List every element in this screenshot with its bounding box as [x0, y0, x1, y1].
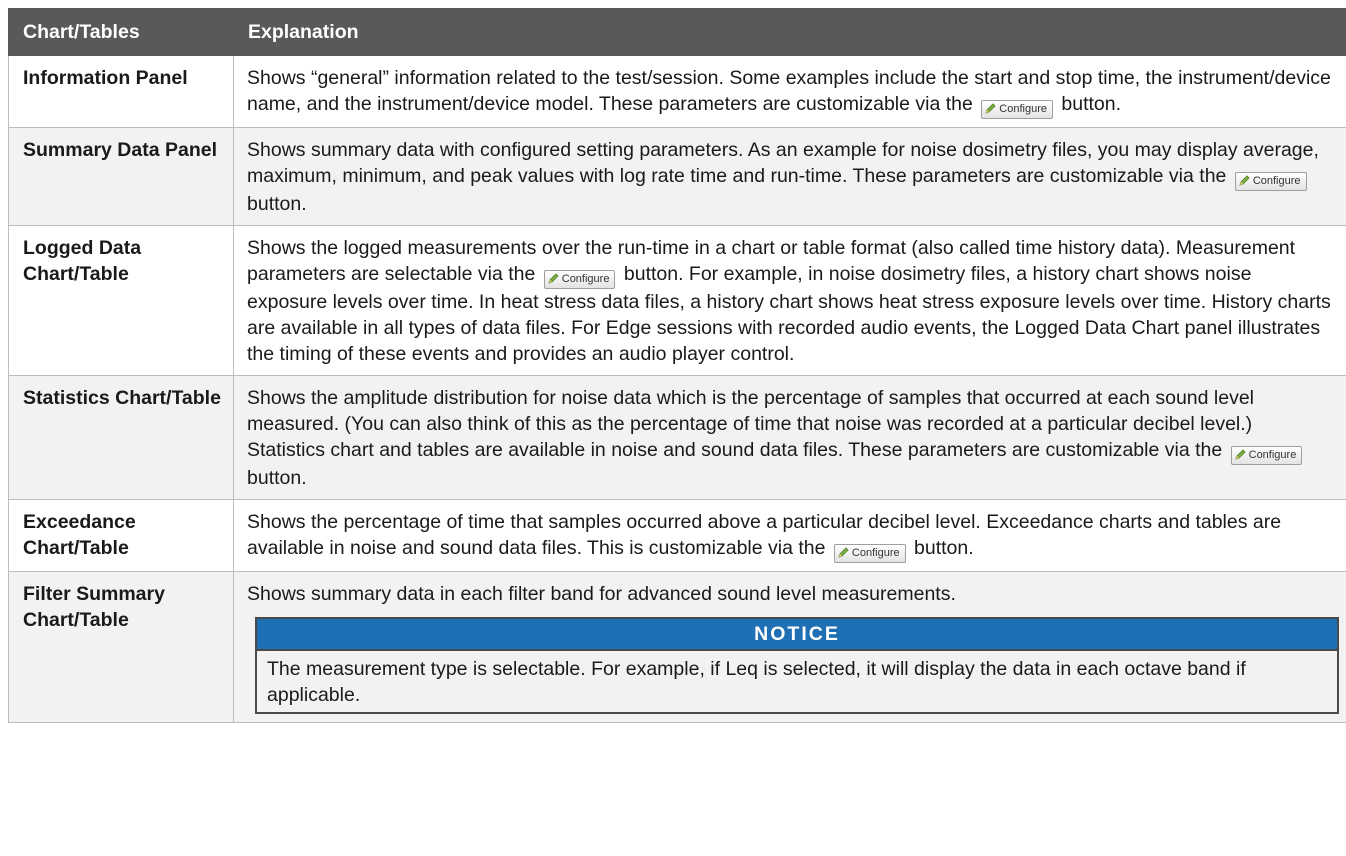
pencil-icon	[838, 547, 849, 558]
row-name: Logged Data Chart/Table	[8, 225, 234, 376]
configure-label: Configure	[999, 103, 1047, 115]
pencil-icon	[1234, 449, 1246, 460]
explanation-text: Shows summary data with configured setti…	[247, 139, 1319, 187]
notice-title: NOTICE	[257, 619, 1337, 651]
header-explanation: Explanation	[233, 8, 1346, 56]
configure-button[interactable]: Configure	[981, 100, 1053, 119]
pencil-icon	[548, 273, 559, 284]
row-explanation: Shows the amplitude distribution for noi…	[233, 375, 1346, 500]
pencil-icon	[1239, 175, 1250, 186]
explanation-text-after: button.	[247, 193, 307, 215]
table-row: Logged Data Chart/Table Shows the logged…	[8, 225, 1346, 376]
table-row: Information Panel Shows “general” inform…	[8, 55, 1346, 128]
row-name: Statistics Chart/Table	[8, 375, 234, 500]
explanation-text: Shows “general” information related to t…	[247, 67, 1331, 115]
explanation-text: Shows summary data in each filter band f…	[247, 583, 956, 605]
pencil-icon	[985, 103, 996, 114]
row-name: Summary Data Panel	[8, 127, 234, 226]
configure-button[interactable]: Configure	[1230, 446, 1303, 465]
table-header-row: Chart/Tables Explanation	[8, 8, 1346, 56]
configure-button[interactable]: Configure	[543, 270, 616, 289]
explanation-text: Shows the percentage of time that sample…	[247, 511, 1282, 559]
table-row: Summary Data Panel Shows summary data wi…	[8, 127, 1346, 226]
row-name: Information Panel	[8, 55, 234, 128]
explanation-text-after: button.	[914, 537, 974, 559]
row-explanation: Shows “general” information related to t…	[233, 55, 1346, 128]
explanation-text-after: button.	[247, 467, 307, 489]
row-explanation: Shows summary data with configured setti…	[233, 127, 1346, 226]
configure-label: Configure	[851, 547, 900, 559]
notice-body: The measurement type is selectable. For …	[257, 651, 1337, 712]
header-chart-tables: Chart/Tables	[8, 8, 234, 56]
configure-label: Configure	[561, 273, 610, 285]
row-explanation: Shows the percentage of time that sample…	[233, 499, 1346, 572]
row-explanation: Shows the logged measurements over the r…	[233, 225, 1346, 376]
table-row: Statistics Chart/Table Shows the amplitu…	[8, 375, 1346, 500]
row-name: Filter Summary Chart/Table	[8, 571, 234, 723]
chart-tables-explanation-table: Chart/Tables Explanation Information Pan…	[8, 8, 1346, 723]
row-explanation: Shows summary data in each filter band f…	[233, 571, 1346, 723]
explanation-text-after: button.	[1061, 93, 1122, 115]
configure-button[interactable]: Configure	[1234, 172, 1307, 191]
table-row: Filter Summary Chart/Table Shows summary…	[8, 571, 1346, 723]
notice-box: NOTICE The measurement type is selectabl…	[255, 617, 1339, 714]
configure-button[interactable]: Configure	[833, 544, 906, 563]
row-name: Exceedance Chart/Table	[8, 499, 234, 572]
explanation-text: Shows the amplitude distribution for noi…	[247, 387, 1255, 461]
table-row: Exceedance Chart/Table Shows the percent…	[8, 499, 1346, 572]
configure-label: Configure	[1252, 175, 1301, 187]
configure-label: Configure	[1248, 449, 1297, 461]
